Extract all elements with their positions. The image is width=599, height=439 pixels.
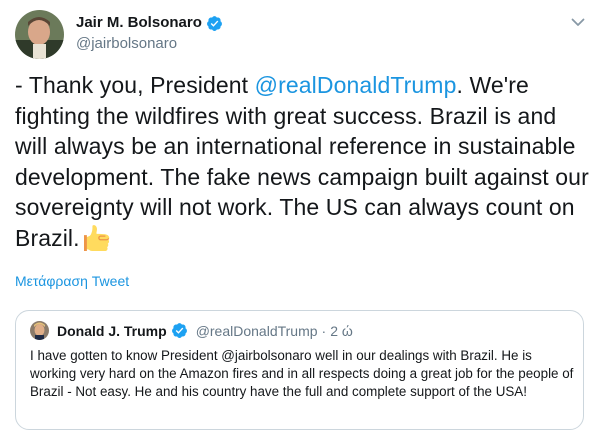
author-avatar[interactable]	[15, 10, 64, 59]
author-handle[interactable]: @jairbolsonaro	[76, 35, 177, 53]
author-name[interactable]: Jair M. Bolsonaro	[76, 14, 202, 32]
author-name-row[interactable]: Jair M. Bolsonaro	[76, 14, 223, 32]
tweet-text-start: - Thank you, President	[15, 72, 255, 98]
quoted-tweet-time[interactable]: 2 ώ	[330, 322, 353, 340]
translate-tweet-link[interactable]: Μετάφραση Tweet	[15, 273, 129, 290]
quoted-author-name[interactable]: Donald J. Trump	[57, 322, 167, 340]
quoted-tweet-header: Donald J. Trump @realDonaldTrump · 2 ώ	[30, 321, 353, 340]
separator-dot: ·	[321, 322, 327, 339]
verified-badge-icon	[171, 323, 187, 338]
verified-badge-icon	[206, 15, 222, 31]
quoted-tweet-text: I have gotten to know President @jairbol…	[30, 348, 574, 399]
chevron-down-icon[interactable]	[570, 14, 586, 30]
quoted-tweet[interactable]: Donald J. Trump @realDonaldTrump · 2 ώ I…	[15, 310, 584, 430]
quoted-author-avatar[interactable]	[30, 321, 49, 340]
tweet-text: - Thank you, President @realDonaldTrump.…	[15, 70, 590, 253]
mention-link[interactable]: @realDonaldTrump	[255, 72, 457, 98]
thumbs-up-icon	[83, 224, 109, 251]
quoted-author-handle[interactable]: @realDonaldTrump	[196, 322, 318, 340]
